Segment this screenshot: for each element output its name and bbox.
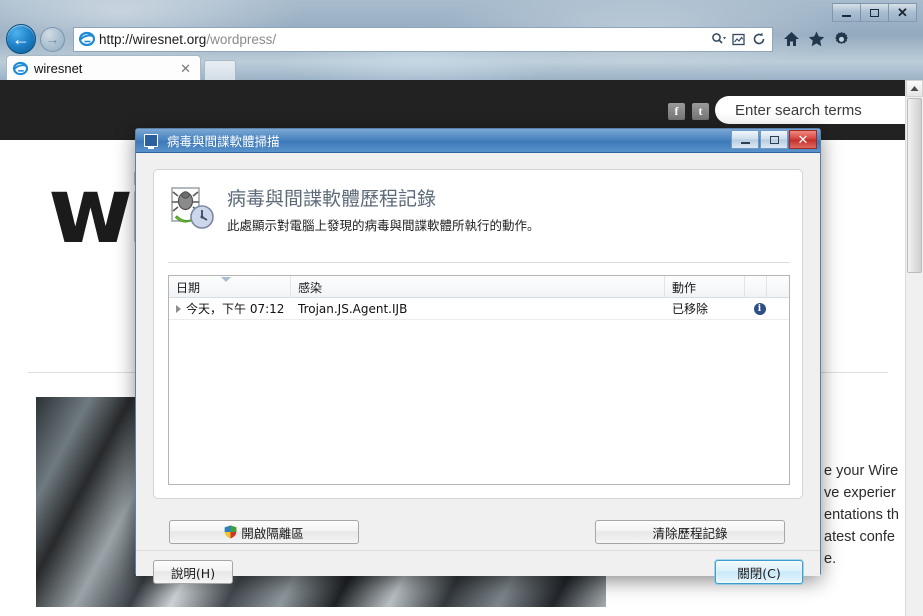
column-header-action-label: 動作 [672,281,697,295]
clear-history-label: 清除歷程記錄 [652,525,728,541]
dialog-title: 病毒與間諜軟體掃描 [167,134,280,149]
column-header-infection-label: 感染 [298,281,323,295]
column-header-infection[interactable]: 感染 [291,276,665,297]
cell-infection: Trojan.JS.Agent.IJB [298,301,408,316]
tools-gear-icon[interactable] [832,30,850,48]
close-icon: ✕ [797,131,809,147]
window-minimize-button[interactable] [832,3,861,22]
tab-close-icon[interactable]: ✕ [177,61,194,77]
browser-navigation-bar: ← → http://wiresnet.org/wordpress/ [0,22,923,56]
favorites-icon[interactable] [807,30,825,48]
address-bar-tools [710,28,770,51]
chevron-up-icon [910,86,919,91]
scrollbar-thumb[interactable] [907,98,922,273]
dialog-caption-buttons: ✕ [730,130,817,149]
back-button[interactable]: ← [6,24,36,54]
minimize-icon [740,141,750,144]
footer-divider [136,550,820,551]
back-arrow-icon: ← [12,29,30,49]
maximize-icon [769,135,779,144]
info-icon: i [753,302,766,315]
panel-title: 病毒與間諜軟體歷程記錄 [227,188,437,210]
browser-tab-strip: wiresnet ✕ [0,54,923,82]
column-header-date[interactable]: 日期 [169,276,291,297]
dialog-close-button[interactable]: ✕ [789,130,817,149]
maximize-icon [870,8,879,17]
panel-description: 此處顯示對電腦上發現的病毒與間諜軟體所執行的動作。 [227,218,540,233]
dialog-body: 病毒與間諜軟體歷程記錄 此處顯示對電腦上發現的病毒與間諜軟體所執行的動作。 日期… [136,154,820,584]
home-icon[interactable] [782,30,800,48]
url-domain: http://wiresnet.org [99,31,207,47]
expand-triangle-icon[interactable] [176,304,181,313]
table-row[interactable]: 今天，下午 07:12 Trojan.JS.Agent.IJB 已移除 i [169,298,789,320]
internet-explorer-window: ✕ ← → http://wiresnet.org/wordpress/ wir… [0,0,923,616]
close-dialog-button[interactable]: 關閉(C) [715,560,803,584]
virus-history-icon [171,187,214,229]
cell-date: 今天，下午 07:12 [169,300,291,317]
internet-explorer-icon [79,31,95,47]
forward-button[interactable]: → [40,26,65,52]
minimize-icon [842,14,851,17]
social-icon-group: f t [668,103,709,120]
window-maximize-button[interactable] [860,3,889,22]
compatibility-view-icon[interactable] [730,30,747,49]
panel-divider [168,262,790,263]
window-caption-buttons: ✕ [832,3,917,22]
new-tab-button[interactable] [204,60,236,81]
search-dropdown-icon[interactable] [710,30,727,49]
site-search-input[interactable]: Enter search terms [715,96,905,124]
forward-arrow-icon: → [45,31,60,47]
cell-date-text: 今天，下午 07:12 [186,302,285,316]
help-button[interactable]: 說明(H) [153,560,233,584]
cell-info[interactable]: i [745,302,767,315]
site-search-placeholder: Enter search terms [735,101,862,119]
address-bar[interactable]: http://wiresnet.org/wordpress/ [73,26,773,52]
internet-explorer-icon [13,61,28,76]
browser-tab-wiresnet[interactable]: wiresnet ✕ [6,55,201,81]
history-panel: 病毒與間諜軟體歷程記錄 此處顯示對電腦上發現的病毒與間諜軟體所執行的動作。 日期… [153,169,803,499]
refresh-icon[interactable] [750,30,767,49]
scrollbar-up-arrow[interactable] [906,80,923,97]
listview-header-row: 日期 感染 動作 [169,276,789,298]
close-icon: ✕ [897,5,908,20]
column-header-action[interactable]: 動作 [665,276,745,297]
uac-shield-icon [224,525,237,539]
dialog-maximize-button[interactable] [760,130,788,149]
page-scrollbar[interactable] [905,80,923,616]
browser-toolbar-icons [782,30,850,48]
facebook-icon[interactable]: f [668,103,685,120]
address-bar-url: http://wiresnet.org/wordpress/ [99,32,276,47]
tab-title: wiresnet [34,61,83,76]
dialog-minimize-button[interactable] [731,130,759,149]
window-close-button[interactable]: ✕ [888,3,917,22]
column-header-extra-2[interactable] [767,276,789,297]
help-label: 說明(H) [170,565,216,581]
sort-ascending-icon [221,277,231,282]
history-listview[interactable]: 日期 感染 動作 今天，下午 07:12 Trojan.JS.Agent.IJB… [168,275,790,485]
close-dialog-label: 關閉(C) [737,565,781,581]
computer-monitor-icon [144,134,158,149]
cell-action: 已移除 [672,302,709,316]
twitter-icon[interactable]: t [692,103,709,120]
open-quarantine-label: 開啟隔離區 [241,525,304,541]
column-header-date-label: 日期 [176,281,201,295]
clear-history-button[interactable]: 清除歷程記錄 [595,520,785,544]
column-header-extra-1[interactable] [745,276,767,297]
virus-spyware-scan-dialog: 病毒與間諜軟體掃描 ✕ 病毒與間諜軟體歷程記錄 此處顯示對電腦上發現的病毒與間諜… [135,128,821,584]
dialog-title-bar[interactable]: 病毒與間諜軟體掃描 ✕ [136,129,820,153]
url-path: /wordpress/ [206,31,277,47]
open-quarantine-button[interactable]: 開啟隔離區 [169,520,359,544]
